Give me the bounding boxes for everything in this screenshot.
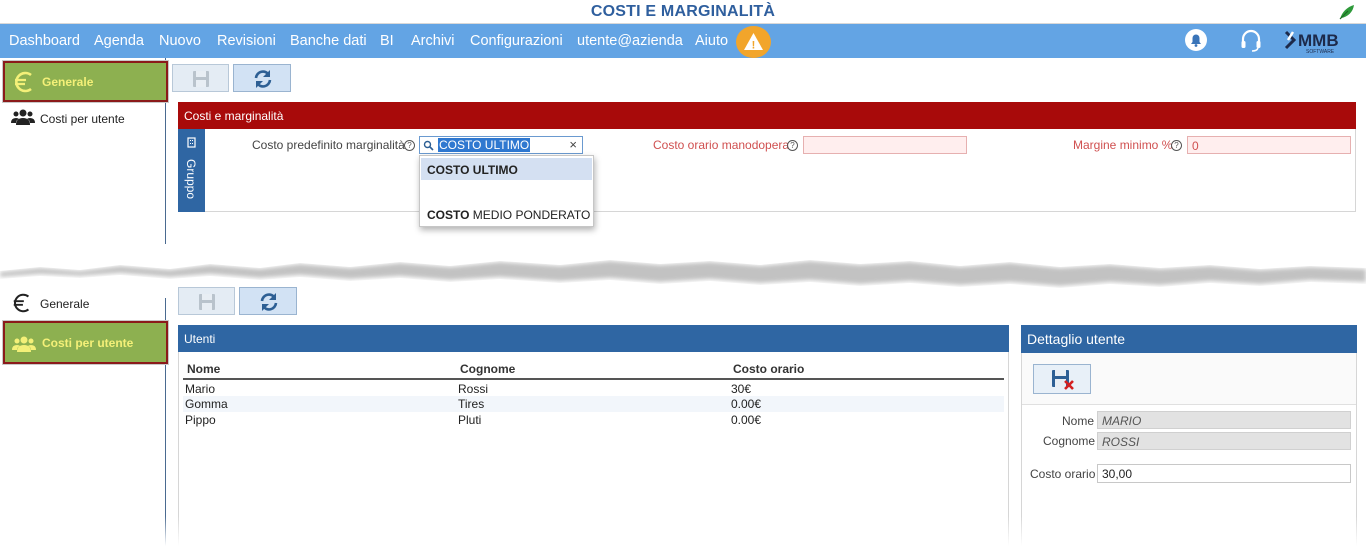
table-row[interactable]: Gomma Tires 0.00€ <box>183 396 1004 412</box>
sidebar-item-costi-per-utente[interactable]: Costi per utente <box>3 106 163 130</box>
help-icon[interactable]: ? <box>1171 140 1182 151</box>
sidebar-item-label: Costi per utente <box>42 336 134 350</box>
column-header-cognome[interactable]: Cognome <box>460 362 515 376</box>
nav-agenda[interactable]: Agenda <box>94 24 144 58</box>
sidebar-item-label: Generale <box>42 75 94 89</box>
costo-orario-user-label: Costo orario <box>1030 467 1096 481</box>
main-navbar: Dashboard Agenda Nuovo Revisioni Banche … <box>0 24 1366 58</box>
margine-minimo-label: Margine minimo % <box>1073 138 1173 152</box>
cell-cognome: Tires <box>458 397 485 411</box>
nav-user-account[interactable]: utente@azienda <box>577 24 683 58</box>
save-user-button[interactable] <box>1033 364 1091 394</box>
costo-orario-input[interactable] <box>803 136 967 154</box>
help-icon[interactable]: ? <box>404 140 415 151</box>
users-icon <box>11 109 35 125</box>
save-button[interactable] <box>178 287 235 315</box>
clear-icon[interactable]: × <box>569 137 577 152</box>
dropdown-option-costo-ultimo[interactable]: COSTO ULTIMO <box>421 158 592 180</box>
cell-costo-orario: 0.00€ <box>731 397 762 411</box>
margine-minimo-input[interactable]: 0 <box>1187 136 1351 154</box>
building-icon <box>187 137 196 148</box>
warning-icon: ! <box>744 33 763 52</box>
cell-nome: Pippo <box>185 413 216 427</box>
logo-subtext: SOFTWARE <box>1306 49 1335 55</box>
dettaglio-panel-title: Dettaglio utente <box>1027 331 1126 347</box>
nav-dashboard[interactable]: Dashboard <box>9 24 80 58</box>
sidebar-item-generale[interactable]: Generale <box>3 61 168 102</box>
cell-nome: Gomma <box>185 397 228 411</box>
refresh-icon <box>260 293 278 311</box>
leaf-icon <box>1339 5 1354 20</box>
search-icon <box>423 140 434 151</box>
sidebar-item-label: Costi per utente <box>40 112 125 126</box>
company-logo: MMB SOFTWARE <box>1284 27 1354 57</box>
nav-nuovo[interactable]: Nuovo <box>159 24 201 58</box>
costi-panel-title: Costi e marginalità <box>184 109 284 123</box>
refresh-button[interactable] <box>233 64 291 92</box>
nav-archivi[interactable]: Archivi <box>411 24 455 58</box>
euro-icon <box>15 71 32 93</box>
utenti-panel-header: Utenti <box>178 325 1009 352</box>
table-row[interactable]: Mario Rossi 30€ <box>183 381 1004 396</box>
cell-nome: Mario <box>185 382 216 396</box>
utenti-panel-title: Utenti <box>184 332 216 346</box>
notifications-bell-icon[interactable] <box>1184 28 1208 52</box>
costo-orario-label: Costo orario manodopera <box>653 138 790 152</box>
euro-icon <box>13 293 30 313</box>
cell-cognome: Rossi <box>458 382 489 396</box>
cell-costo-orario: 30€ <box>731 382 752 396</box>
costi-panel-header: Costi e marginalità <box>178 102 1356 129</box>
costo-predefinito-select[interactable]: COSTO ULTIMO × <box>419 136 583 154</box>
option-text: COSTO MEDIO PONDERATO <box>427 208 591 222</box>
warning-button[interactable]: ! <box>736 26 771 58</box>
costo-predefinito-value: COSTO ULTIMO <box>438 138 531 152</box>
dettaglio-panel-header: Dettaglio utente <box>1021 325 1357 353</box>
refresh-button[interactable] <box>239 287 297 315</box>
save-discard-icon <box>1052 370 1074 390</box>
dropdown-option-costo-medio[interactable]: COSTO MEDIO PONDERATO <box>421 204 592 226</box>
costo-predefinito-label: Costo predefinito marginalità <box>252 138 405 152</box>
costo-orario-user-input[interactable]: 30,00 <box>1097 464 1351 483</box>
costo-dropdown-menu: COSTO ULTIMO COSTO MEDIO PONDERATO <box>419 155 594 227</box>
window-title-bar: COSTI E MARGINALITÀ <box>0 0 1366 24</box>
logo-text: MMB <box>1298 31 1339 50</box>
sidebar-item-label: Generale <box>40 297 90 311</box>
cognome-value: ROSSI <box>1102 435 1140 449</box>
bottom-fade <box>0 516 1366 546</box>
nav-bi[interactable]: BI <box>380 24 394 58</box>
column-header-costo-orario[interactable]: Costo orario <box>733 362 804 376</box>
table-row[interactable]: Pippo Pluti 0.00€ <box>183 412 1004 428</box>
option-text: COSTO ULTIMO <box>427 163 518 177</box>
nav-aiuto[interactable]: Aiuto <box>695 24 728 58</box>
costo-orario-user-value: 30,00 <box>1102 467 1133 481</box>
group-tab-label: Gruppo <box>184 159 198 200</box>
nome-value: MARIO <box>1102 414 1142 428</box>
mmb-logo-icon: MMB SOFTWARE <box>1284 30 1339 55</box>
sidebar-item-generale[interactable]: Generale <box>3 291 163 315</box>
margine-minimo-value: 0 <box>1192 139 1199 153</box>
save-floppy-icon <box>199 294 215 310</box>
cognome-label: Cognome <box>1043 434 1096 448</box>
window-title: COSTI E MARGINALITÀ <box>590 3 776 20</box>
save-floppy-icon <box>193 71 209 87</box>
nav-revisioni[interactable]: Revisioni <box>217 24 276 58</box>
utenti-panel <box>178 325 1009 546</box>
utenti-table-header: Nome Cognome Costo orario <box>183 360 1004 380</box>
warning-symbol: ! <box>752 40 756 52</box>
nav-banche-dati[interactable]: Banche dati <box>290 24 367 58</box>
sidebar-item-costi-per-utente[interactable]: Costi per utente <box>3 321 168 364</box>
help-icon[interactable]: ? <box>787 140 798 151</box>
cell-costo-orario: 0.00€ <box>731 413 762 427</box>
save-button[interactable] <box>172 64 229 92</box>
group-tab[interactable]: Gruppo <box>178 129 205 212</box>
cell-cognome: Pluti <box>458 413 482 427</box>
nav-configurazioni[interactable]: Configurazioni <box>470 24 563 58</box>
nome-label: Nome <box>1062 414 1095 428</box>
nome-field: MARIO <box>1097 411 1351 429</box>
refresh-icon <box>254 70 272 88</box>
support-headset-icon[interactable] <box>1239 28 1263 54</box>
users-icon <box>12 336 36 352</box>
cognome-field: ROSSI <box>1097 432 1351 450</box>
column-header-nome[interactable]: Nome <box>187 362 220 376</box>
